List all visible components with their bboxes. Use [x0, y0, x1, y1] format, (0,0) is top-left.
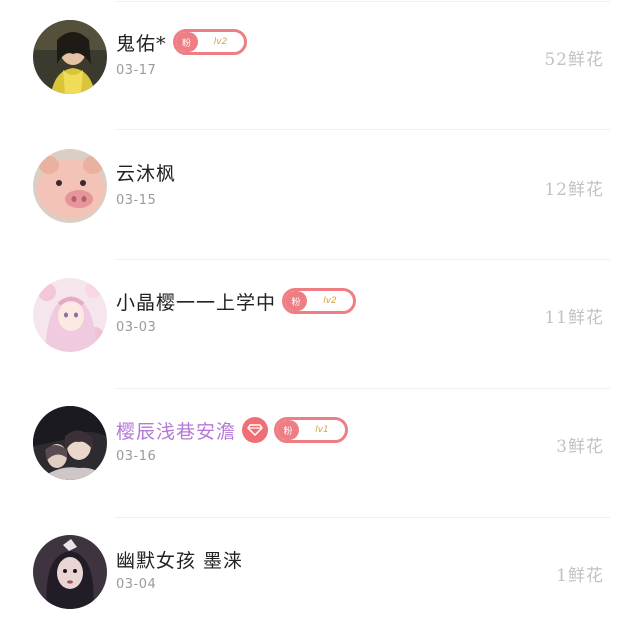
list-item[interactable]: 小晶樱一一上学中 粉 lv2 03-03 11鲜花 — [0, 260, 640, 380]
fan-level: lv2 — [213, 37, 228, 47]
name-line: 樱辰浅巷安澹 粉 lv1 — [116, 416, 349, 444]
fan-tag: 粉 — [175, 32, 198, 52]
avatar[interactable] — [33, 406, 107, 480]
flower-count: 11鲜花 — [544, 308, 604, 328]
fan-level: lv1 — [315, 425, 329, 435]
flower-count: 52鲜花 — [544, 50, 604, 70]
avatar[interactable] — [33, 535, 107, 609]
avatar[interactable] — [33, 278, 107, 352]
fan-tag: 粉 — [285, 291, 308, 311]
fan-level-badge: 粉 lv1 — [274, 417, 349, 443]
gift-date: 03-03 — [116, 320, 157, 335]
user-name[interactable]: 鬼佑* — [116, 29, 167, 56]
user-name[interactable]: 樱辰浅巷安澹 — [116, 417, 236, 444]
diamond-icon — [242, 417, 269, 443]
flower-count: 12鲜花 — [544, 180, 604, 200]
fan-level: lv2 — [323, 296, 337, 306]
user-name[interactable]: 小晶樱一一上学中 — [116, 288, 276, 315]
name-line: 小晶樱一一上学中 粉 lv2 — [116, 287, 357, 315]
gift-date: 03-04 — [116, 577, 157, 592]
fan-level-badge: 粉 lv2 — [282, 288, 357, 314]
gift-date: 03-15 — [116, 193, 157, 208]
user-name[interactable]: 幽默女孩 墨涞 — [116, 546, 243, 573]
list-item[interactable]: 幽默女孩 墨涞 03-04 1鲜花 — [0, 518, 640, 638]
user-name[interactable]: 云沐枫 — [116, 159, 176, 186]
gift-date: 03-16 — [116, 449, 157, 464]
fan-level-badge: 粉 lv2 — [172, 29, 247, 55]
list-item[interactable]: 鬼佑* 粉 lv2 03-17 52鲜花 — [0, 0, 640, 120]
fan-tag: 粉 — [277, 420, 300, 440]
list-item[interactable]: 云沐枫 03-15 12鲜花 — [0, 130, 640, 250]
name-line: 幽默女孩 墨涞 — [116, 545, 243, 573]
avatar[interactable] — [33, 149, 107, 223]
name-line: 云沐枫 — [116, 158, 176, 186]
gift-ranking-list: 鬼佑* 粉 lv2 03-17 52鲜花 云沐枫 03-15 12鲜花 小晶樱一… — [0, 0, 640, 633]
list-item[interactable]: 樱辰浅巷安澹 粉 lv1 03-16 3鲜花 — [0, 389, 640, 509]
avatar[interactable] — [33, 20, 107, 94]
name-line: 鬼佑* 粉 lv2 — [116, 28, 247, 56]
flower-count: 3鲜花 — [556, 437, 604, 457]
gift-date: 03-17 — [116, 63, 157, 78]
flower-count: 1鲜花 — [556, 566, 604, 586]
